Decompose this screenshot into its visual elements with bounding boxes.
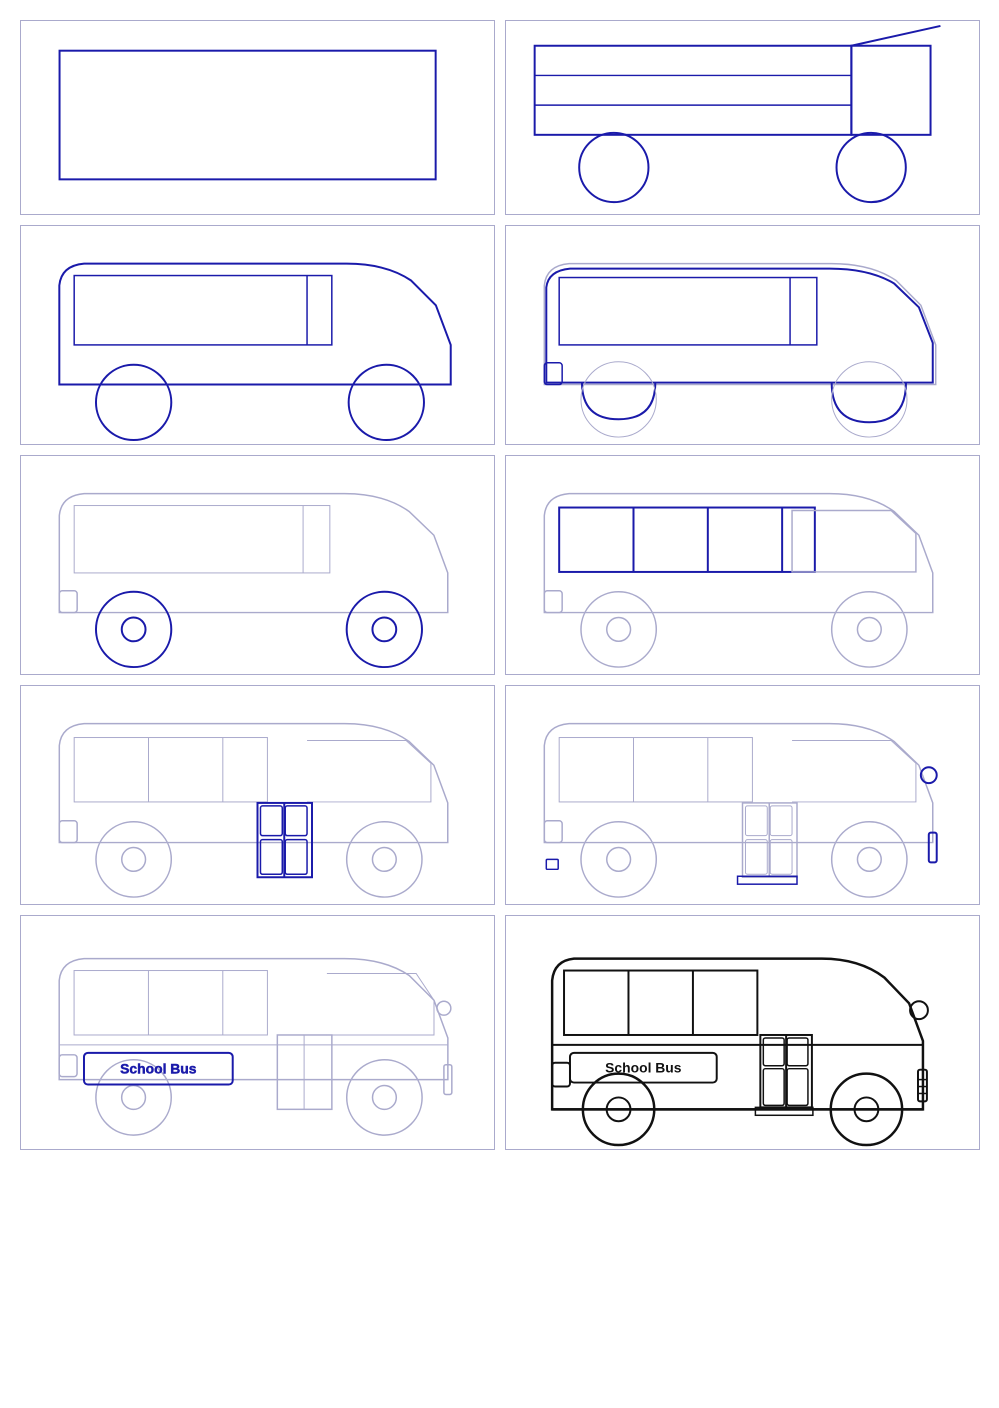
svg-text:School Bus: School Bus xyxy=(120,1061,197,1077)
step-10-panel: School Bus xyxy=(505,915,980,1150)
step-8-panel xyxy=(505,685,980,905)
step-5-panel xyxy=(20,455,495,675)
step-6-panel xyxy=(505,455,980,675)
drawing-steps-grid: School Bus xyxy=(20,20,980,1150)
step-7-panel xyxy=(20,685,495,905)
step-9-panel: School Bus xyxy=(20,915,495,1150)
step-4-panel xyxy=(505,225,980,445)
step-2-panel xyxy=(505,20,980,215)
svg-text:School Bus: School Bus xyxy=(605,1060,682,1076)
step-1-panel xyxy=(20,20,495,215)
step-3-panel xyxy=(20,225,495,445)
